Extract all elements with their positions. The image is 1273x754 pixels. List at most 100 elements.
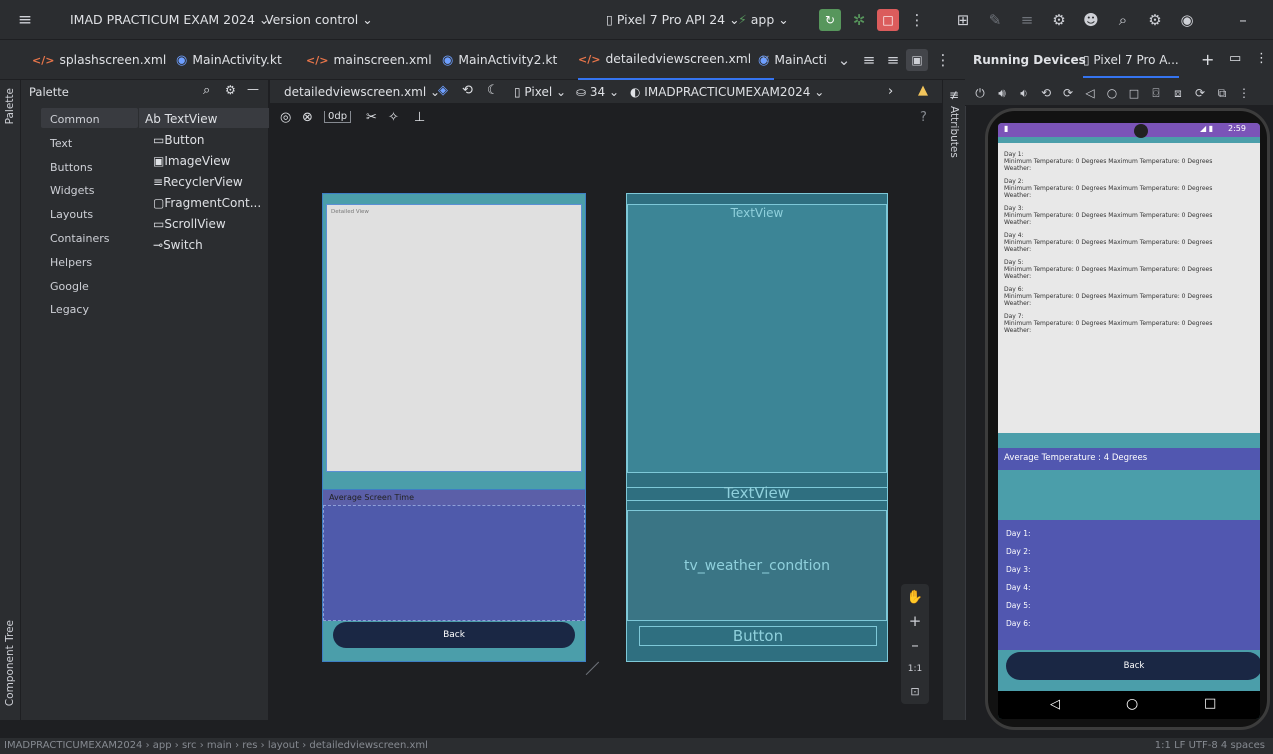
debug-icon[interactable]: ✲: [848, 9, 870, 31]
run-config-selector[interactable]: ⚡ app ⌄: [738, 12, 789, 27]
zoom-fit-button[interactable]: 1:1: [904, 658, 926, 680]
component-imageview[interactable]: ▣ImageView: [153, 154, 230, 168]
blueprint-preview[interactable]: TextView TextView tv_weather_condtion Bu…: [626, 193, 888, 662]
record-icon[interactable]: ⧈: [1167, 82, 1189, 104]
help-icon[interactable]: ?: [920, 110, 927, 125]
category-common[interactable]: Common: [50, 113, 100, 126]
category-helpers[interactable]: Helpers: [50, 256, 92, 269]
component-scrollview[interactable]: ▭ScrollView: [153, 217, 226, 231]
tab-splashscreen[interactable]: </> splashscreen.xml: [32, 40, 166, 80]
zoom-out-icon[interactable]: –: [904, 634, 926, 656]
clear-constraints-icon[interactable]: ✂: [366, 110, 377, 125]
account-icon[interactable]: ◉: [1176, 9, 1198, 31]
component-tree-strip-label[interactable]: Component Tree: [4, 620, 16, 706]
search-icon[interactable]: ⌕: [1112, 9, 1134, 31]
tab-list-chevron-icon[interactable]: ⌄: [833, 49, 855, 71]
avg-screen-time-bar[interactable]: Average Screen Time: [323, 489, 585, 505]
tab-mainactivity2[interactable]: ◉ MainActivity2.kt: [442, 40, 557, 80]
minimize-icon[interactable]: –: [1232, 9, 1254, 31]
orientation-icon[interactable]: ⟲: [462, 83, 473, 98]
tab-detailedviewscreen[interactable]: </> detailedviewscreen.xml ×: [578, 40, 775, 80]
window-icon[interactable]: ▭: [1229, 51, 1241, 66]
pan-icon[interactable]: ✋: [904, 586, 926, 608]
device-selector[interactable]: ▯ Pixel 7 Pro API 24 ⌄: [606, 12, 740, 27]
blueprint-textview-1[interactable]: TextView: [627, 204, 887, 473]
guidelines-icon[interactable]: ⊥: [414, 110, 425, 125]
nav-back-icon[interactable]: ◁: [1050, 697, 1060, 712]
tab-more-icon[interactable]: ⋮: [932, 49, 954, 71]
snapshot-icon[interactable]: ⟳: [1189, 82, 1211, 104]
search-icon[interactable]: ⌕: [203, 83, 210, 98]
days-scroll[interactable]: Day 1: Minimum Temperature: 0 Degrees Max…: [998, 143, 1260, 433]
rotate-right-icon[interactable]: ⟳: [1057, 82, 1079, 104]
component-switch[interactable]: ⊸Switch: [153, 238, 203, 252]
theme-dropdown[interactable]: ◐ IMADPRACTICUMEXAM2024 ⌄: [630, 85, 824, 99]
device-screen[interactable]: ▮ ◢ ▮ 2:59 Day 1: Minimum Temperature: 0 …: [998, 123, 1260, 719]
blueprint-weather-condition[interactable]: tv_weather_condtion: [627, 510, 887, 621]
palette-strip-label[interactable]: Palette: [4, 88, 16, 124]
category-containers[interactable]: Containers: [50, 232, 110, 245]
hide-icon[interactable]: —: [247, 82, 259, 96]
panel-more-icon[interactable]: ⋮: [1255, 51, 1268, 66]
file-dropdown[interactable]: detailedviewscreen.xml ⌄: [284, 85, 440, 99]
component-fragmentcontainer[interactable]: ▢FragmentCont...: [153, 196, 261, 210]
day-list-area[interactable]: [323, 505, 585, 621]
category-buttons[interactable]: Buttons: [50, 161, 93, 174]
blueprint-button[interactable]: Button: [639, 626, 877, 646]
design-view-icon[interactable]: ▣: [906, 49, 928, 71]
default-margin-field[interactable]: 0dp: [324, 111, 352, 123]
design-surface-icon[interactable]: ◈: [438, 83, 448, 98]
volume-up-icon[interactable]: 🔊︎: [991, 82, 1013, 104]
code-view-icon[interactable]: ≡: [858, 49, 880, 71]
overview-nav-icon[interactable]: □: [1123, 82, 1145, 104]
component-textview[interactable]: Ab TextView: [145, 112, 217, 126]
attributes-strip-label[interactable]: Attributes: [948, 106, 960, 158]
add-device-icon[interactable]: +: [1201, 50, 1214, 69]
profiler-icon[interactable]: ⊞: [952, 9, 974, 31]
nav-recents-icon[interactable]: □: [1204, 696, 1216, 711]
settings-icon[interactable]: ⚙: [1144, 9, 1166, 31]
power-icon[interactable]: ⏻: [969, 82, 991, 104]
tab-mainscreen[interactable]: </> mainscreen.xml: [306, 40, 432, 80]
user-icon[interactable]: ☻: [1080, 9, 1102, 31]
chevron-right-icon[interactable]: ›: [888, 84, 893, 99]
component-button[interactable]: ▭Button: [153, 133, 205, 147]
device-tab[interactable]: ▯ Pixel 7 Pro A...: [1083, 53, 1179, 78]
back-button[interactable]: Back: [333, 622, 575, 648]
split-view-icon[interactable]: ≡: [882, 49, 904, 71]
device-back-button[interactable]: Back: [1006, 652, 1260, 680]
more-icon[interactable]: ⋮: [906, 9, 928, 31]
stop-icon[interactable]: □: [877, 9, 899, 31]
rotate-left-icon[interactable]: ⟲: [1035, 82, 1057, 104]
night-mode-icon[interactable]: ☾: [487, 83, 499, 98]
zoom-in-icon[interactable]: +: [904, 610, 926, 632]
design-preview[interactable]: Detailed View Average Screen Time Back: [322, 193, 586, 662]
category-text[interactable]: Text: [50, 137, 72, 150]
infer-constraints-icon[interactable]: ✧: [388, 110, 399, 125]
volume-down-icon[interactable]: 🔉︎: [1013, 82, 1035, 104]
build-icon[interactable]: ≡: [1016, 9, 1038, 31]
category-widgets[interactable]: Widgets: [50, 184, 94, 197]
screenshot-icon[interactable]: ⌼: [1145, 82, 1167, 104]
api-dropdown[interactable]: ⛀ 34 ⌄: [576, 85, 619, 99]
project-name[interactable]: IMAD PRACTICUM EXAM 2024 ⌄: [70, 12, 269, 27]
day-list[interactable]: Day 1: Day 2: Day 3: Day 4: Day 5: Day 6…: [998, 520, 1260, 650]
hamburger-icon[interactable]: ≡: [14, 9, 36, 31]
toolbar-more-icon[interactable]: ⋮: [1233, 82, 1255, 104]
translate-icon[interactable]: ✎: [984, 9, 1006, 31]
run-icon[interactable]: ↻: [819, 9, 841, 31]
blueprint-textview-2[interactable]: TextView: [627, 484, 887, 502]
back-nav-icon[interactable]: ◁: [1079, 82, 1101, 104]
warning-icon[interactable]: ▲: [918, 83, 928, 98]
home-nav-icon[interactable]: ○: [1101, 82, 1123, 104]
sync-icon[interactable]: ⚙: [1048, 9, 1070, 31]
tab-mainacti[interactable]: ◉ MainActi: [758, 40, 827, 80]
component-recyclerview[interactable]: ≡RecyclerView: [153, 175, 243, 189]
view-options-icon[interactable]: ◎: [280, 110, 291, 125]
category-layouts[interactable]: Layouts: [50, 208, 93, 221]
gear-icon[interactable]: ⚙: [225, 83, 236, 97]
zoom-to-fit-icon[interactable]: ⊡: [904, 680, 926, 702]
device-dropdown[interactable]: ▯ Pixel ⌄: [514, 85, 566, 99]
autoconnect-icon[interactable]: ⊗: [302, 110, 313, 125]
version-control-menu[interactable]: Version control ⌄: [265, 12, 373, 27]
